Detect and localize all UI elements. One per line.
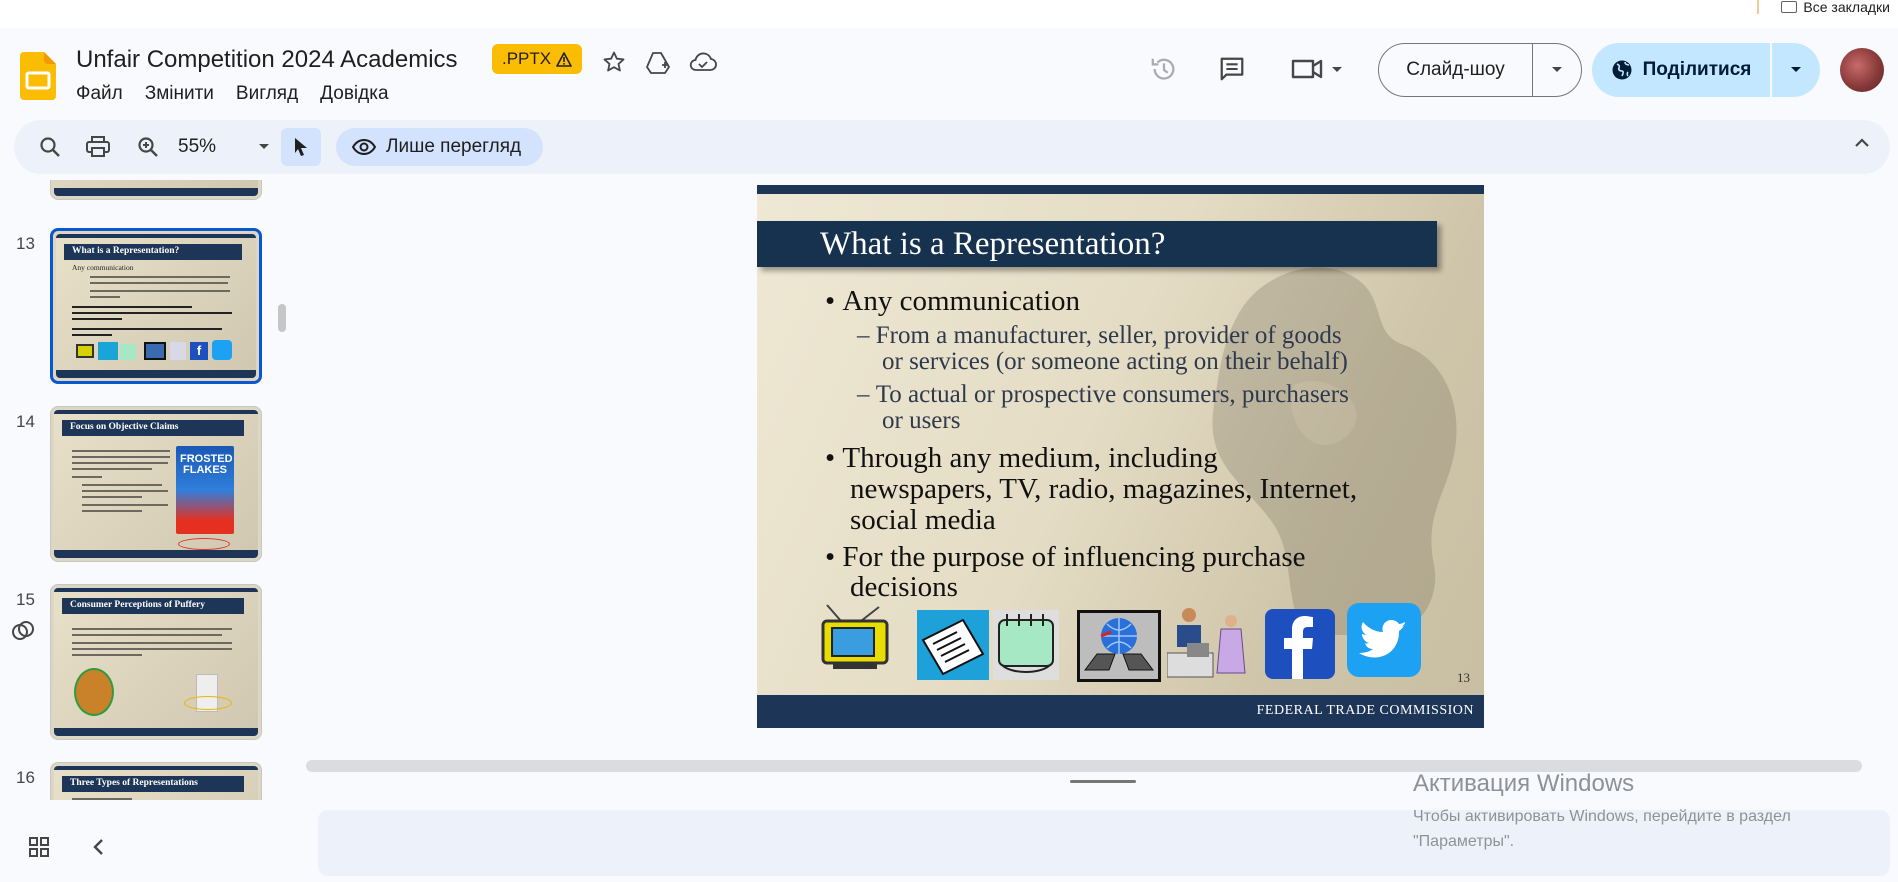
filmstrip-scrollbar[interactable] — [278, 304, 286, 332]
menu-bar: Файл Змінити Вигляд Довідка — [76, 83, 389, 105]
statue-background-image — [1212, 267, 1457, 635]
activation-title: Активация Windows — [1413, 770, 1635, 797]
thumbnail-title: What is a Representation? — [64, 244, 242, 260]
bullet-3: • For the purpose of influencing purchas… — [825, 541, 1306, 573]
chevron-up-icon — [1855, 138, 1869, 147]
activation-line-1: Чтобы активировать Windows, перейдите в … — [1413, 808, 1791, 825]
slide-footer-text: FEDERAL TRADE COMMISSION — [1256, 703, 1474, 718]
move-to-drive-icon[interactable] — [644, 48, 672, 76]
share-label: Поділитися — [1642, 59, 1752, 80]
zoom-dropdown[interactable] — [258, 138, 270, 156]
menu-view[interactable]: Вигляд — [236, 83, 298, 105]
thumbnail-bullet: Any communication — [72, 263, 134, 272]
slide-filmstrip[interactable]: 13 What is a Representation? Any communi… — [0, 180, 290, 800]
search-icon[interactable] — [36, 133, 64, 161]
slide-page-number: 13 — [1457, 670, 1470, 685]
tv-icon — [821, 604, 889, 669]
linked-objects-icon[interactable] — [10, 618, 36, 649]
zoom-icon[interactable] — [134, 133, 162, 161]
toolbar: 55% Лише перегляд — [14, 120, 1890, 174]
thumbnail-title: Focus on Objective Claims — [62, 420, 244, 436]
newspaper-icon — [917, 610, 989, 680]
twitter-icon — [1347, 603, 1421, 677]
all-bookmarks[interactable]: Все закладки — [1757, 0, 1890, 15]
windows-activation-watermark: Активация Windows Чтобы активировать Win… — [1413, 770, 1791, 854]
file-format-badge[interactable]: .PPTX — [492, 44, 583, 74]
bookmarks-label: Все закладки — [1803, 0, 1890, 15]
activation-line-2: "Параметры". — [1413, 833, 1515, 850]
slide-number: 14 — [16, 412, 35, 431]
slide-number: 15 — [16, 590, 35, 609]
document-title[interactable]: Unfair Competition 2024 Academics — [76, 46, 458, 74]
print-icon[interactable] — [84, 133, 112, 161]
cloud-status-icon[interactable] — [689, 48, 717, 76]
chevron-down-icon — [259, 144, 269, 149]
zoom-value[interactable]: 55% — [178, 136, 216, 158]
chevron-down-icon — [1552, 67, 1562, 72]
app-header: Unfair Competition 2024 Academics .PPTX … — [0, 28, 1898, 118]
comment-icon[interactable] — [1218, 55, 1246, 83]
menu-edit[interactable]: Змінити — [145, 83, 214, 105]
slide-thumbnail-14[interactable]: Focus on Objective Claims FROSTED FLAKES — [50, 406, 262, 562]
slide-title: What is a Representation? — [820, 226, 1166, 262]
folder-icon — [1781, 1, 1798, 13]
menu-file[interactable]: Файл — [76, 83, 123, 105]
sub-bullet-2-cont: or users — [882, 407, 961, 434]
slide-thumbnail-13[interactable]: What is a Representation? Any communicat… — [50, 228, 262, 384]
slideshow-dropdown[interactable] — [1533, 44, 1581, 96]
share-dropdown[interactable] — [1772, 43, 1820, 97]
chevron-left-icon[interactable] — [90, 837, 108, 857]
sub-bullet-2: – To actual or prospective consumers, pu… — [857, 381, 1349, 408]
slideshow-button[interactable]: Слайд-шоу — [1378, 43, 1582, 97]
share-main[interactable]: Поділитися — [1592, 43, 1772, 97]
chevron-down-icon — [1791, 67, 1801, 72]
video-call-icon[interactable] — [1290, 55, 1346, 83]
history-icon[interactable] — [1150, 55, 1178, 83]
warning-icon — [556, 51, 572, 67]
slide-number: 13 — [16, 234, 35, 253]
slide-thumbnail-16[interactable]: Three Types of Representations — [50, 762, 262, 800]
thumbnail-title: Consumer Perceptions of Puffery — [62, 598, 244, 614]
current-slide[interactable]: What is a Representation? • Any communic… — [757, 185, 1484, 728]
sub-bullet-1: – From a manufacturer, seller, provider … — [857, 322, 1342, 349]
file-format-label: .PPTX — [502, 49, 552, 68]
select-tool-button[interactable] — [281, 128, 321, 166]
grid-icon[interactable] — [28, 836, 50, 858]
cursor-icon — [295, 138, 307, 156]
bullet-2-cont-1: newspapers, TV, radio, magazines, Intern… — [850, 473, 1358, 505]
notes-resize-handle[interactable] — [1070, 780, 1136, 783]
slide-thumbnail-12[interactable] — [50, 180, 262, 200]
bullet-2-cont-2: social media — [850, 504, 996, 536]
menu-help[interactable]: Довідка — [320, 83, 388, 105]
view-only-label: Лише перегляд — [386, 136, 522, 157]
slideshow-label[interactable]: Слайд-шоу — [1379, 44, 1533, 96]
slide-thumbnail-15[interactable]: Consumer Perceptions of Puffery — [50, 584, 262, 740]
slides-logo-icon[interactable] — [20, 52, 56, 100]
globe-icon — [1612, 60, 1632, 80]
bullet-1: • Any communication — [825, 285, 1080, 317]
bullet-3-cont: decisions — [850, 571, 958, 603]
thumbnail-title: Three Types of Representations — [62, 776, 244, 792]
slide-canvas[interactable]: What is a Representation? • Any communic… — [300, 180, 1890, 740]
share-button[interactable]: Поділитися — [1592, 43, 1820, 97]
facebook-icon — [1265, 609, 1335, 679]
browser-bookmarks-strip: Все закладки — [0, 0, 1898, 28]
people-office-icon — [1167, 608, 1246, 678]
internet-computers-icon — [1077, 610, 1161, 682]
filmstrip-controls — [28, 836, 108, 858]
magazine-icon — [993, 610, 1059, 680]
eye-icon — [352, 139, 376, 155]
bullet-2: • Through any medium, including — [825, 442, 1218, 474]
star-icon[interactable] — [600, 48, 628, 76]
collapse-toolbar-button[interactable] — [1852, 133, 1872, 158]
sub-bullet-1-cont: or services (or someone acting on their … — [882, 348, 1348, 375]
divider — [1757, 0, 1760, 14]
avatar[interactable] — [1840, 48, 1884, 92]
slide-number: 16 — [16, 768, 35, 787]
slide-top-bar — [757, 185, 1484, 194]
view-only-chip[interactable]: Лише перегляд — [336, 128, 544, 166]
